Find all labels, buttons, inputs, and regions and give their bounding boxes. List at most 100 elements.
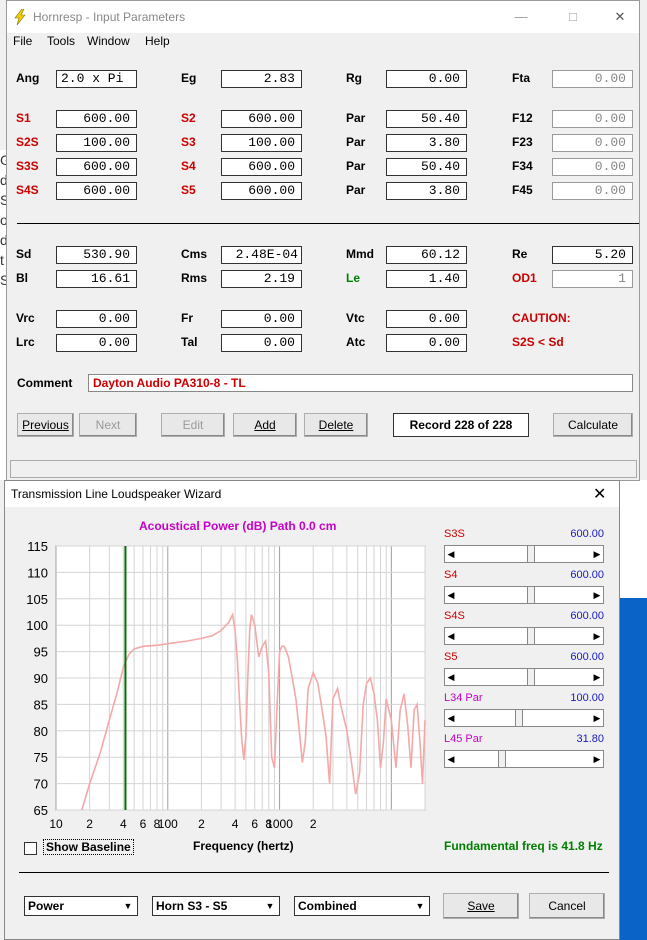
show-baseline-label[interactable]: Show Baseline: [43, 839, 134, 855]
field-vtc[interactable]: 0.00: [386, 310, 467, 328]
field-le[interactable]: 1.40: [386, 270, 467, 288]
edit-button[interactable]: Edit: [161, 413, 225, 437]
arrow-left-icon[interactable]: ◀: [445, 628, 457, 644]
label-mmd: Mmd: [346, 247, 374, 261]
field-f45[interactable]: 0.00: [552, 182, 633, 200]
field-fr[interactable]: 0.00: [221, 310, 302, 328]
field-vrc[interactable]: 0.00: [56, 310, 137, 328]
y-tick-label: 95: [34, 645, 48, 660]
field-ang[interactable]: 2.0 x Pi: [56, 70, 137, 88]
field-s2s[interactable]: 100.00: [56, 134, 137, 152]
slider-thumb[interactable]: [514, 710, 523, 726]
arrow-right-icon[interactable]: ▶: [591, 546, 603, 562]
menu-tools[interactable]: Tools: [47, 34, 75, 48]
section-select[interactable]: Horn S3 - S5 ▼: [152, 896, 280, 916]
field-s2[interactable]: 600.00: [221, 110, 302, 128]
field-s5[interactable]: 600.00: [221, 182, 302, 200]
next-button[interactable]: Next: [79, 413, 137, 437]
slider-thumb[interactable]: [527, 669, 536, 685]
field-atc[interactable]: 0.00: [386, 334, 467, 352]
field-s3[interactable]: 100.00: [221, 134, 302, 152]
field-rg[interactable]: 0.00: [386, 70, 467, 88]
menu-window[interactable]: Window: [87, 34, 130, 48]
arrow-left-icon[interactable]: ◀: [445, 546, 457, 562]
field-cms[interactable]: 2.48E-04: [221, 246, 302, 264]
output-select[interactable]: Combined ▼: [294, 896, 430, 916]
slider-thumb[interactable]: [527, 628, 536, 644]
add-button[interactable]: Add: [233, 413, 297, 437]
slider-track[interactable]: ◀ ▶: [444, 586, 604, 604]
slider-track[interactable]: ◀ ▶: [444, 709, 604, 727]
maximize-icon[interactable]: □: [563, 7, 583, 27]
field-rms[interactable]: 2.19: [221, 270, 302, 288]
label-sd: Sd: [16, 247, 32, 261]
field-f23[interactable]: 0.00: [552, 134, 633, 152]
mode-select[interactable]: Power ▼: [24, 896, 138, 916]
menu-file[interactable]: File: [13, 34, 32, 48]
field-s4[interactable]: 600.00: [221, 158, 302, 176]
field-f12[interactable]: 0.00: [552, 110, 633, 128]
close-icon[interactable]: ✕: [593, 484, 606, 504]
field-mmd[interactable]: 60.12: [386, 246, 467, 264]
label-par-3: Par: [346, 159, 366, 173]
minimize-icon[interactable]: —: [511, 7, 531, 27]
next-button-label: Next: [95, 418, 121, 432]
field-s1[interactable]: 600.00: [56, 110, 137, 128]
slider-thumb[interactable]: [497, 751, 506, 767]
field-re[interactable]: 5.20: [552, 246, 633, 264]
field-eg[interactable]: 2.83: [221, 70, 302, 88]
show-baseline-checkbox[interactable]: [24, 842, 37, 855]
field-sd[interactable]: 530.90: [56, 246, 137, 264]
delete-button[interactable]: Delete: [304, 413, 368, 437]
save-button-label: Save: [467, 899, 495, 913]
arrow-right-icon[interactable]: ▶: [591, 710, 603, 726]
menu-help[interactable]: Help: [145, 34, 170, 48]
field-par-2[interactable]: 3.80: [386, 134, 467, 152]
slider-thumb[interactable]: [527, 587, 536, 603]
field-s4s[interactable]: 600.00: [56, 182, 137, 200]
comment-field[interactable]: Dayton Audio PA310-8 - TL: [88, 374, 633, 392]
arrow-left-icon[interactable]: ◀: [445, 669, 457, 685]
field-f34[interactable]: 0.00: [552, 158, 633, 176]
previous-button-label: Previous: [22, 418, 69, 432]
x-tick-label: 1000: [266, 817, 293, 831]
save-button[interactable]: Save: [443, 893, 519, 919]
arrow-left-icon[interactable]: ◀: [445, 587, 457, 603]
calculate-button[interactable]: Calculate: [553, 413, 633, 437]
field-lrc[interactable]: 0.00: [56, 334, 137, 352]
slider-track[interactable]: ◀ ▶: [444, 668, 604, 686]
cancel-button[interactable]: Cancel: [529, 893, 605, 919]
y-tick-label: 105: [26, 592, 48, 607]
slider-track[interactable]: ◀ ▶: [444, 627, 604, 645]
arrow-right-icon[interactable]: ▶: [591, 751, 603, 767]
slider-label: S4: [444, 569, 458, 581]
field-par-1[interactable]: 50.40: [386, 110, 467, 128]
slider-thumb[interactable]: [527, 546, 536, 562]
previous-button[interactable]: Previous: [17, 413, 74, 437]
slider-track[interactable]: ◀ ▶: [444, 545, 604, 563]
arrow-right-icon[interactable]: ▶: [591, 628, 603, 644]
arrow-right-icon[interactable]: ▶: [591, 587, 603, 603]
arrow-left-icon[interactable]: ◀: [445, 751, 457, 767]
field-fta[interactable]: 0.00: [552, 70, 633, 88]
label-s3s: S3S: [16, 159, 39, 173]
x-tick-label: 4: [120, 817, 127, 831]
field-par-4[interactable]: 3.80: [386, 182, 467, 200]
label-s4s: S4S: [16, 183, 39, 197]
field-s3s[interactable]: 600.00: [56, 158, 137, 176]
x-tick-label: 100: [158, 817, 178, 831]
slider-track[interactable]: ◀ ▶: [444, 750, 604, 768]
label-s1: S1: [16, 111, 31, 125]
label-atc: Atc: [346, 335, 366, 349]
field-par-3[interactable]: 50.40: [386, 158, 467, 176]
label-par-4: Par: [346, 183, 366, 197]
field-od1[interactable]: 1: [552, 270, 633, 288]
field-tal[interactable]: 0.00: [221, 334, 302, 352]
arrow-right-icon[interactable]: ▶: [591, 669, 603, 685]
close-icon[interactable]: ✕: [610, 7, 630, 27]
label-rg: Rg: [346, 71, 362, 85]
label-lrc: Lrc: [16, 335, 35, 349]
arrow-left-icon[interactable]: ◀: [445, 710, 457, 726]
field-bl[interactable]: 16.61: [56, 270, 137, 288]
power-chart: 6570758085909510010511011510 2 4 6 8100 2 4 6 81…: [26, 539, 426, 831]
